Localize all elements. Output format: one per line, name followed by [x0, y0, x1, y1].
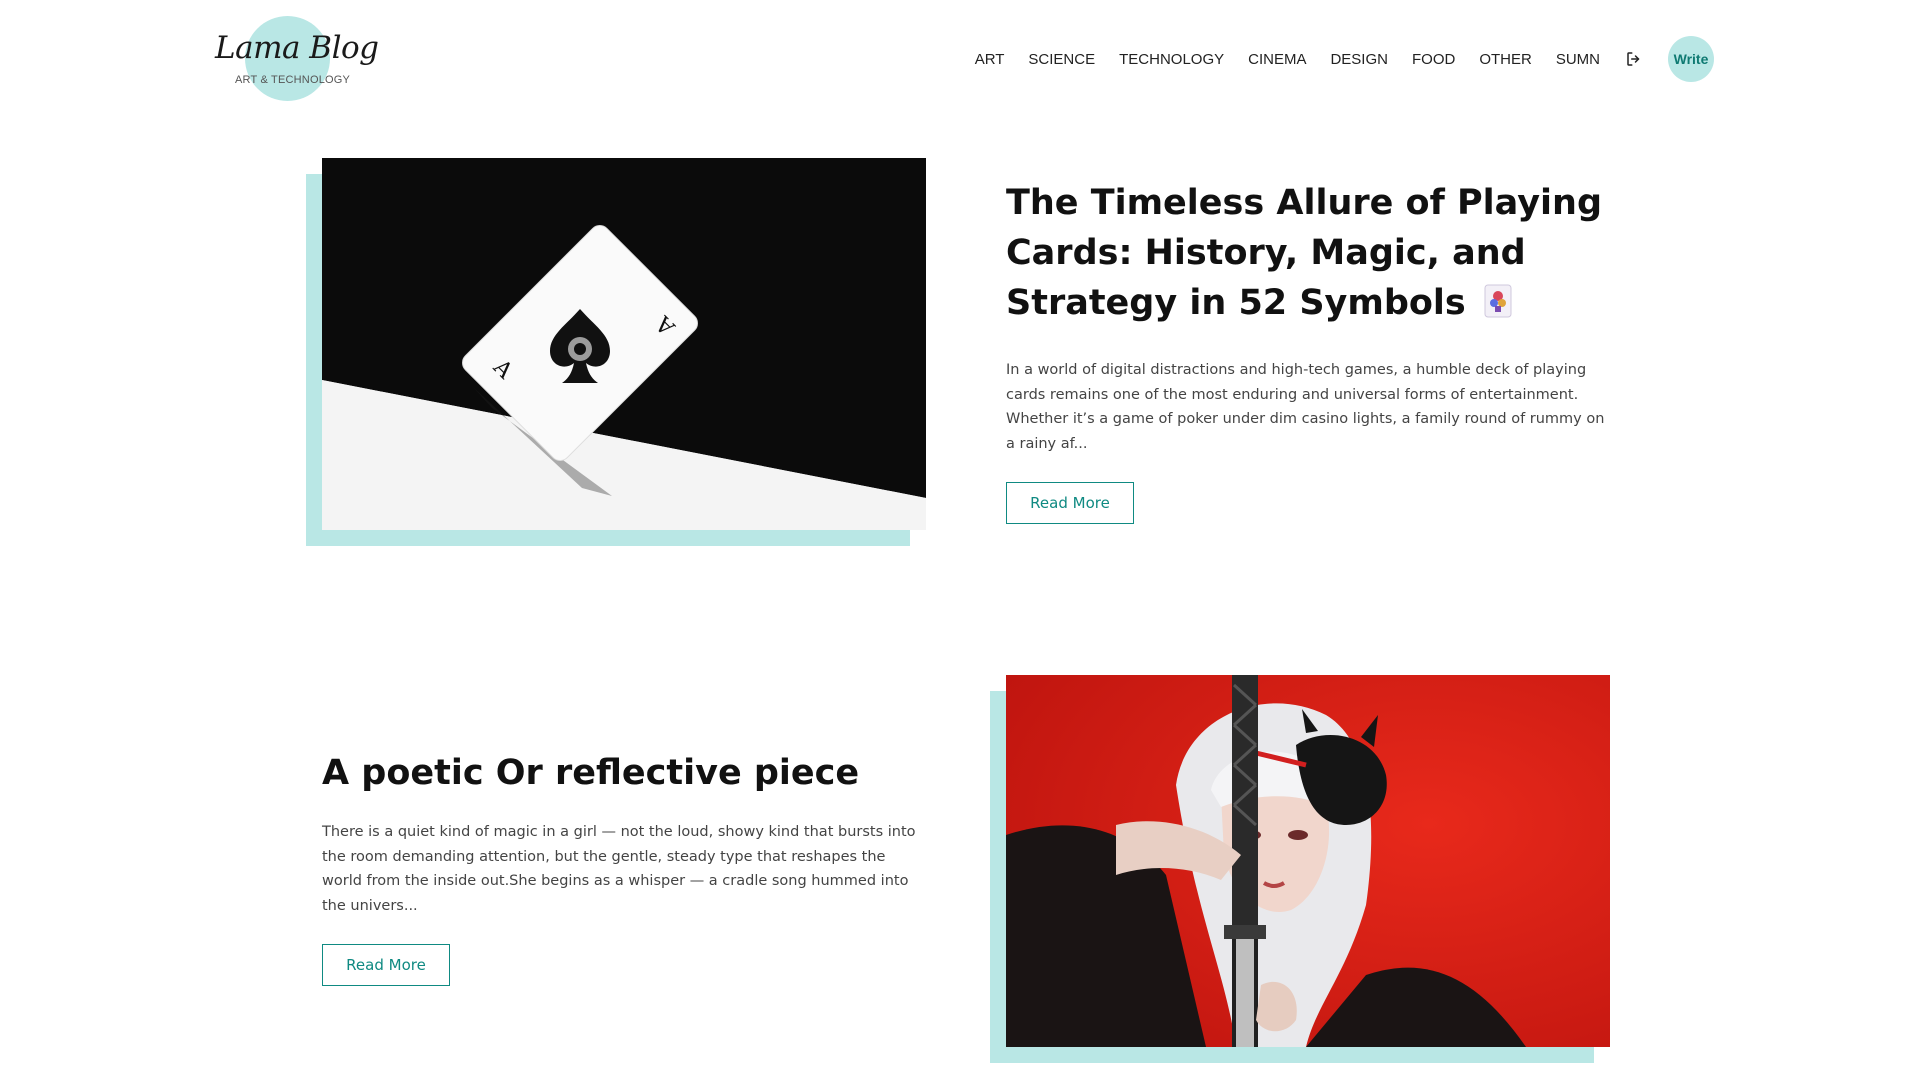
logo-subtitle: ART & TECHNOLOGY — [235, 74, 351, 86]
nav-link-cinema[interactable]: CINEMA — [1248, 51, 1306, 68]
logo-title: Lama Blog — [215, 30, 379, 66]
nav-link-technology[interactable]: TECHNOLOGY — [1119, 51, 1224, 68]
read-more-row: Read More — [1006, 482, 1606, 524]
nav-link-food[interactable]: FOOD — [1412, 51, 1455, 68]
read-more-row: Read More — [322, 944, 922, 986]
post-content: A poetic Or reflective piece There is a … — [322, 748, 922, 986]
nav-link-science[interactable]: SCIENCE — [1028, 51, 1095, 68]
write-button[interactable]: Write — [1668, 36, 1714, 82]
read-more-button[interactable]: Read More — [322, 944, 450, 986]
logo[interactable]: Lama Blog ART & TECHNOLOGY — [215, 16, 379, 104]
post-title[interactable]: A poetic Or reflective piece — [322, 748, 922, 798]
nav-link-art[interactable]: ART — [975, 51, 1005, 68]
anime-girl-katana-illustration[interactable] — [1006, 675, 1610, 1047]
post-image-container: A A — [306, 158, 926, 546]
navbar: Lama Blog ART & TECHNOLOGY ART SCIENCE T… — [0, 0, 1919, 120]
post-title[interactable]: The Timeless Allure of Playing Cards: Hi… — [1006, 178, 1606, 328]
post-image-container — [990, 675, 1610, 1063]
post-title-text: The Timeless Allure of Playing Cards: Hi… — [1006, 183, 1602, 323]
nav-links: ART SCIENCE TECHNOLOGY CINEMA DESIGN FOO… — [975, 36, 1714, 82]
post-description: There is a quiet kind of magic in a girl… — [322, 824, 916, 914]
logout-icon[interactable] — [1624, 49, 1644, 69]
ace-of-spades-photo[interactable]: A A — [322, 158, 926, 530]
nav-link-design[interactable]: DESIGN — [1330, 51, 1388, 68]
nav-link-other[interactable]: OTHER — [1479, 51, 1532, 68]
nav-link-sumn[interactable]: SUMN — [1556, 51, 1600, 68]
read-more-button[interactable]: Read More — [1006, 482, 1134, 524]
playing-card-icon — [1484, 282, 1512, 318]
post-description: In a world of digital distractions and h… — [1006, 362, 1605, 452]
post-content: The Timeless Allure of Playing Cards: Hi… — [1006, 178, 1606, 524]
